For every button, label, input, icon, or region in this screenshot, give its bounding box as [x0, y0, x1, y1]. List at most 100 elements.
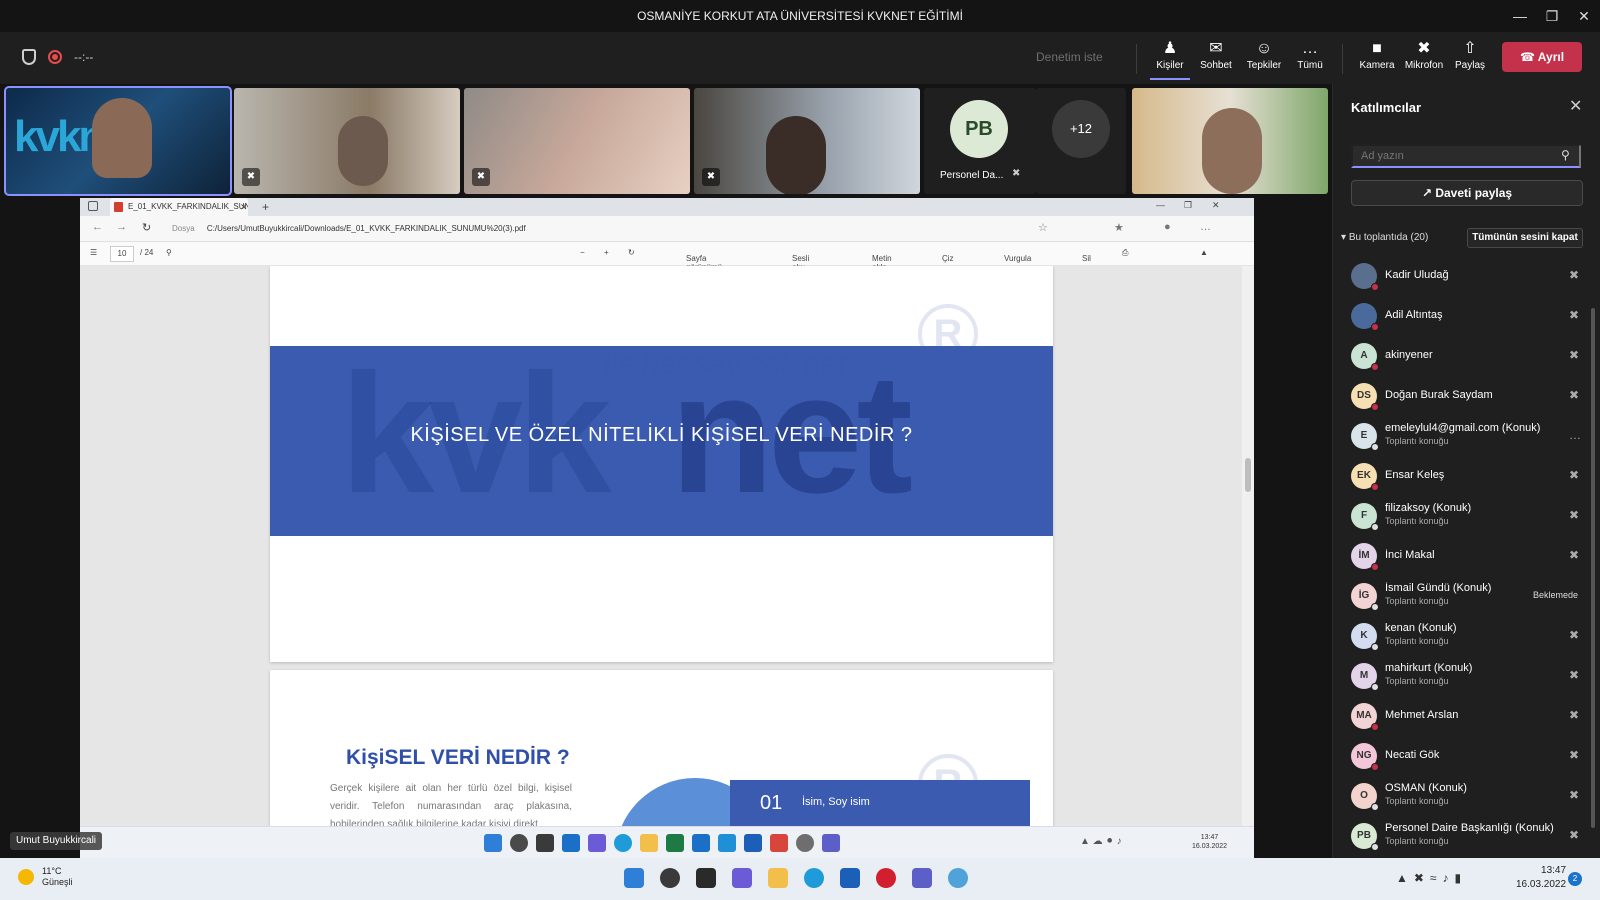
- leave-button[interactable]: ☎ Ayrıl: [1502, 42, 1582, 72]
- participant-name: mahirkurt (Konuk): [1385, 662, 1473, 674]
- teams-chat-icon: [588, 834, 606, 852]
- share-invite-button[interactable]: ↗ Daveti paylaş: [1351, 180, 1583, 206]
- participant-row[interactable]: İM İnci Makal ✖: [1333, 536, 1589, 576]
- participant-row[interactable]: Ffilizaksoy (Konuk) Toplantı konuğu ✖: [1333, 496, 1589, 536]
- back-icon[interactable]: ←: [92, 221, 103, 233]
- restore-icon[interactable]: ❐: [1184, 200, 1192, 211]
- scroll-thumb[interactable]: [1245, 458, 1251, 492]
- print-icon[interactable]: ⎙: [1122, 248, 1128, 258]
- mic-button[interactable]: ✖ Mikrofon: [1402, 38, 1446, 80]
- close-window-icon[interactable]: ✕: [1212, 200, 1220, 211]
- reactions-icon: ☺: [1255, 40, 1273, 57]
- minimize-icon[interactable]: —: [1156, 200, 1165, 210]
- remote-taskbar: ▲ ☁ ⚫ ♪ 13:47 16.03.2022: [80, 826, 1254, 858]
- pdf-viewer[interactable]: R kvk net ile her şey çok net KİŞİSEL VE…: [80, 266, 1254, 826]
- participant-name: Mehmet Arslan: [1385, 709, 1459, 721]
- share-button[interactable]: ⇧ Paylaş: [1452, 38, 1488, 80]
- participant-row[interactable]: Eemeleylul4@gmail.com (Konuk) Toplantı ko…: [1333, 416, 1589, 456]
- app-icon[interactable]: [948, 868, 968, 888]
- tray-icons[interactable]: ▲✖≈♪▮: [1396, 871, 1467, 885]
- participant-row[interactable]: NG Necati Gök ✖: [1333, 736, 1589, 776]
- search-icon[interactable]: [660, 868, 680, 888]
- zoom-out-icon[interactable]: −: [580, 248, 585, 257]
- more-button[interactable]: … Tümü: [1292, 38, 1328, 80]
- rotate-icon[interactable]: ↻: [628, 248, 635, 257]
- participant-row[interactable]: DS Doğan Burak Saydam ✖: [1333, 376, 1589, 416]
- task-view-icon[interactable]: [696, 868, 716, 888]
- chat-icon[interactable]: [732, 868, 752, 888]
- mic-off-icon: ✖: [1569, 388, 1580, 402]
- video-tile-4[interactable]: ✖: [694, 88, 920, 194]
- pdf-scrollbar[interactable]: [1242, 266, 1254, 826]
- sun-icon: [18, 869, 34, 885]
- video-tile-3[interactable]: ✖: [464, 88, 690, 194]
- participant-row[interactable]: PB Personel Daire Başkanlığı (Konuk) Topla…: [1333, 816, 1589, 856]
- mic-off-icon: ✖: [1012, 168, 1021, 179]
- close-window-icon[interactable]: ✕: [1568, 0, 1600, 32]
- video-tile-2[interactable]: ✖: [234, 88, 460, 194]
- opera-icon[interactable]: [876, 868, 896, 888]
- participant-list: Kadir Uludağ ✖ Adil Altıntaş ✖ Aakinyener ✖ DS…: [1333, 256, 1589, 856]
- search-icon[interactable]: ⚲: [166, 248, 172, 257]
- edge-icon[interactable]: [804, 868, 824, 888]
- more-options-icon[interactable]: …: [1569, 428, 1581, 442]
- camera-button[interactable]: ■ Kamera: [1356, 38, 1398, 80]
- close-tab-icon[interactable]: ✕: [240, 198, 248, 216]
- settings-more-icon[interactable]: …: [1200, 221, 1211, 233]
- clock[interactable]: 13:47 16.03.2022: [1516, 864, 1566, 892]
- participant-row[interactable]: Adil Altıntaş ✖: [1333, 296, 1589, 336]
- participant-name: filizaksoy (Konuk): [1385, 502, 1472, 514]
- request-control-button[interactable]: Denetim iste: [1036, 50, 1103, 64]
- participant-row[interactable]: MA Mehmet Arslan ✖: [1333, 696, 1589, 736]
- url-text: C:/Users/UmutBuyukkircali/Downloads/E_01…: [206, 224, 526, 233]
- mic-off-icon: ✖: [1569, 828, 1580, 842]
- participant-search-input[interactable]: [1351, 144, 1581, 168]
- panel-scrollbar[interactable]: [1591, 308, 1595, 828]
- chat-button[interactable]: ✉ Sohbet: [1196, 38, 1236, 80]
- reactions-button[interactable]: ☺ Tepkiler: [1242, 38, 1286, 80]
- video-tile-presenter[interactable]: kvknet: [4, 86, 232, 196]
- page-number-input[interactable]: 10: [110, 246, 134, 262]
- start-icon[interactable]: [624, 868, 644, 888]
- watermark-slogan: ile her şey çok net: [604, 348, 846, 381]
- notification-badge[interactable]: 2: [1568, 872, 1582, 886]
- overflow-tile[interactable]: +12: [1036, 88, 1126, 194]
- person-video: [1202, 108, 1262, 194]
- star-icon[interactable]: ☆: [1038, 221, 1048, 234]
- contents-icon[interactable]: ☰: [90, 248, 97, 257]
- video-tile-5[interactable]: [1132, 88, 1328, 194]
- close-panel-icon[interactable]: ✕: [1569, 96, 1582, 116]
- teams-icon[interactable]: [912, 868, 932, 888]
- video-tile-avatar[interactable]: PB Personel Da... ✖: [924, 88, 1036, 194]
- folder-icon[interactable]: [768, 868, 788, 888]
- person-video: [766, 116, 826, 194]
- participant-row[interactable]: Kadir Uludağ ✖: [1333, 256, 1589, 296]
- slide-heading: KİŞİSEL VE ÖZEL NİTELİKLİ KİŞİSEL VERİ N…: [410, 424, 913, 446]
- weather-widget[interactable]: 11°C Güneşli: [18, 866, 73, 888]
- pin-icon[interactable]: ▲: [1200, 248, 1208, 257]
- zoom-in-icon[interactable]: +: [604, 248, 609, 257]
- mute-all-button[interactable]: Tümünün sesini kapat: [1467, 228, 1583, 248]
- temperature: 11°C: [42, 866, 62, 876]
- url-field[interactable]: Dosya C:/Users/UmutBuyukkircali/Download…: [172, 220, 1112, 238]
- minimize-icon[interactable]: —: [1504, 0, 1536, 32]
- tab-actions-icon[interactable]: [88, 201, 98, 211]
- people-button[interactable]: ♟ Kişiler: [1150, 38, 1190, 80]
- participant-row[interactable]: O OSMAN (Konuk) Toplantı konuğu ✖: [1333, 776, 1589, 816]
- participant-role: Toplantı konuğu: [1385, 796, 1449, 806]
- store-icon[interactable]: [840, 868, 860, 888]
- profile-icon[interactable]: ●: [1164, 221, 1171, 233]
- forward-icon[interactable]: →: [116, 221, 127, 233]
- participant-row[interactable]: İG İsmail Gündü (Konuk) Toplantı konuğu Bek…: [1333, 576, 1589, 616]
- restore-icon[interactable]: ❐: [1536, 0, 1568, 32]
- participant-row[interactable]: EK Ensar Keleş ✖: [1333, 456, 1589, 496]
- participant-row[interactable]: Mmahirkurt (Konuk) Toplantı konuğu ✖: [1333, 656, 1589, 696]
- new-tab-icon[interactable]: +: [262, 198, 269, 216]
- section-header[interactable]: ▾ Bu toplantıda (20): [1341, 232, 1428, 243]
- participant-row[interactable]: Aakinyener ✖: [1333, 336, 1589, 376]
- favorites-icon[interactable]: ★: [1114, 221, 1124, 234]
- participant-row[interactable]: Kkenan (Konuk) Toplantı konuğu ✖: [1333, 616, 1589, 656]
- refresh-icon[interactable]: ↻: [142, 221, 151, 234]
- browser-tab[interactable]: E_01_KVKK_FARKINDALIK_SUNU...: [110, 198, 248, 216]
- mic-off-icon: ✖: [472, 168, 490, 186]
